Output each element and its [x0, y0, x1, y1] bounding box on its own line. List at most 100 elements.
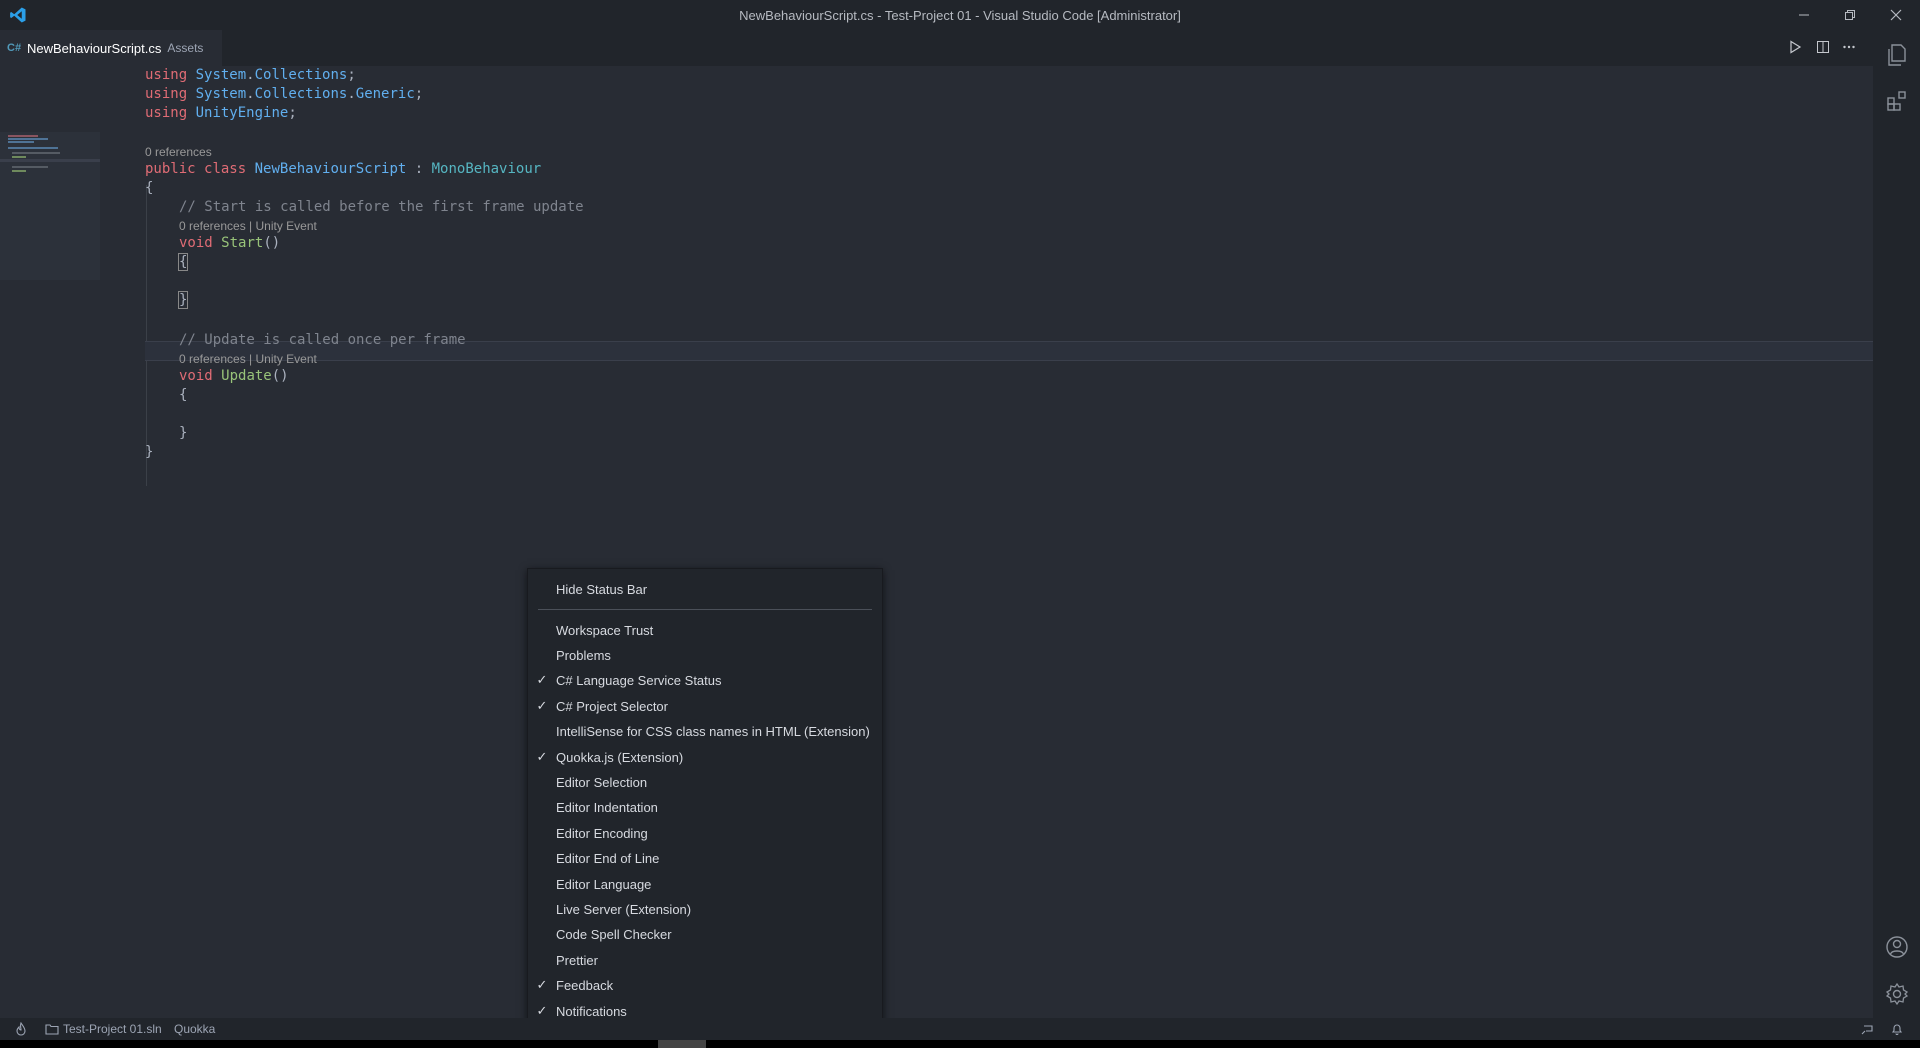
menu-item-editor-indentation[interactable]: Editor Indentation	[528, 795, 882, 819]
menu-item-label: Editor End of Line	[556, 850, 660, 866]
play-icon	[1790, 40, 1802, 54]
restore-button[interactable]	[1827, 0, 1873, 30]
minimize-icon	[1799, 14, 1809, 16]
status-bar[interactable]: Test-Project 01.sln Quokka	[0, 1018, 1920, 1040]
keyword: using	[145, 67, 188, 83]
code-editor[interactable]: using System.Collections; using System.C…	[0, 66, 1873, 1018]
menu-item-live-server[interactable]: Live Server (Extension)	[528, 897, 882, 921]
code-line-class-close: }	[145, 444, 154, 460]
semicolon: ;	[414, 86, 424, 102]
menu-item-hide-status-bar[interactable]: Hide Status Bar	[528, 577, 882, 601]
menu-item-workspace-trust[interactable]: Workspace Trust	[528, 618, 882, 642]
more-actions-button[interactable]	[1838, 36, 1860, 58]
flame-icon	[16, 1022, 26, 1036]
semicolon: ;	[347, 67, 356, 83]
menu-item-label: Live Server (Extension)	[556, 901, 692, 917]
quokka-status[interactable]: Quokka	[174, 1018, 215, 1040]
account-icon[interactable]	[1884, 934, 1910, 960]
menu-item-intellisense-css[interactable]: IntelliSense for CSS class names in HTML…	[528, 719, 882, 743]
solution-selector[interactable]: Test-Project 01.sln	[45, 1018, 162, 1040]
close-window-button[interactable]	[1873, 0, 1919, 30]
menu-item-problems[interactable]: Problems	[528, 643, 882, 667]
menu-item-quokka[interactable]: ✓ Quokka.js (Extension)	[528, 745, 882, 769]
menu-item-csharp-language-service-status[interactable]: ✓ C# Language Service Status	[528, 668, 882, 692]
menu-item-label: Editor Indentation	[556, 799, 658, 815]
parens: ()	[271, 368, 289, 384]
code-line-class: public class NewBehaviourScript : MonoBe…	[145, 160, 541, 179]
codelens-update[interactable]: 0 references | Unity Event	[179, 351, 317, 367]
code-line-3: using UnityEngine;	[145, 104, 297, 123]
code-line-update-close: }	[179, 425, 188, 441]
extensions-icon[interactable]	[1884, 88, 1910, 114]
method-name: Update	[221, 368, 272, 384]
menu-item-editor-language[interactable]: Editor Language	[528, 872, 882, 896]
code-line-start-close: }	[177, 291, 189, 310]
namespace: System	[195, 86, 247, 102]
keyword: void	[179, 368, 213, 384]
namespace: UnityEngine	[195, 105, 289, 121]
menu-item-label: Quokka.js (Extension)	[556, 749, 684, 765]
matched-bracket: }	[177, 291, 189, 309]
menu-item-label: Editor Encoding	[556, 825, 648, 841]
tab-newbehaviourscript[interactable]: C# NewBehaviourScript.cs Assets	[0, 30, 222, 66]
menu-item-label: C# Language Service Status	[556, 672, 722, 688]
menu-item-feedback[interactable]: ✓ Feedback	[528, 973, 882, 997]
parens: ()	[263, 235, 281, 251]
code-line-start: void Start()	[179, 234, 280, 253]
menu-item-editor-selection[interactable]: Editor Selection	[528, 770, 882, 794]
menu-item-label: Feedback	[556, 977, 614, 993]
menu-item-editor-encoding[interactable]: Editor Encoding	[528, 821, 882, 845]
explorer-icon[interactable]	[1884, 42, 1910, 68]
code-line-update-open: {	[179, 387, 188, 403]
menu-item-label: C# Project Selector	[556, 698, 668, 714]
menu-item-label: Problems	[556, 647, 611, 663]
keyword: class	[204, 161, 247, 177]
code-line-open-brace: {	[145, 180, 154, 196]
menu-item-label: Notifications	[556, 1003, 627, 1019]
close-icon	[1890, 9, 1902, 21]
namespace: Collections	[254, 67, 348, 83]
minimap[interactable]	[0, 132, 100, 280]
namespace: Generic	[355, 86, 415, 102]
check-icon: ✓	[536, 672, 548, 687]
bell-icon	[1891, 1024, 1903, 1036]
menu-item-editor-end-of-line[interactable]: Editor End of Line	[528, 846, 882, 870]
keyword: using	[145, 86, 188, 102]
split-editor-icon	[1817, 41, 1829, 53]
restore-icon	[1845, 10, 1855, 20]
title-bar: NewBehaviourScript.cs - Test-Project 01 …	[0, 0, 1920, 30]
menu-item-code-spell-checker[interactable]: Code Spell Checker	[528, 922, 882, 946]
run-button[interactable]	[1784, 36, 1806, 58]
settings-gear-icon[interactable]	[1884, 981, 1910, 1007]
notifications-button[interactable]	[1890, 1018, 1904, 1040]
ellipsis-icon	[1843, 45, 1855, 49]
folder-icon	[45, 1024, 59, 1035]
minimize-button[interactable]	[1781, 0, 1827, 30]
editor-tab-bar: C# NewBehaviourScript.cs Assets	[0, 30, 1873, 66]
menu-item-prettier[interactable]: Prettier	[528, 948, 882, 972]
code-line-update: void Update()	[179, 367, 289, 386]
dot: .	[246, 86, 255, 102]
feedback-button[interactable]	[1860, 1018, 1874, 1040]
keyword: void	[179, 235, 213, 251]
codelens-start[interactable]: 0 references | Unity Event	[179, 218, 317, 234]
tab-path: Assets	[167, 41, 204, 55]
code-comment-update: // Update is called once per frame	[179, 332, 466, 348]
semicolon: ;	[288, 105, 297, 121]
menu-item-label: Editor Language	[556, 876, 652, 892]
split-editor-button[interactable]	[1812, 36, 1834, 58]
menu-item-csharp-project-selector[interactable]: ✓ C# Project Selector	[528, 694, 882, 718]
base-class: MonoBehaviour	[431, 161, 542, 177]
menu-item-label: Code Spell Checker	[556, 926, 672, 942]
code-line-start-open: {	[177, 253, 189, 272]
codelens-class[interactable]: 0 references	[145, 144, 212, 160]
matched-bracket: {	[177, 253, 189, 271]
activity-bar	[1873, 30, 1920, 1018]
namespace: System	[195, 67, 247, 83]
keyword: public	[145, 161, 196, 177]
remote-indicator[interactable]	[14, 1018, 28, 1040]
code-line-2: using System.Collections.Generic;	[145, 85, 423, 104]
menu-item-label: Prettier	[556, 952, 598, 968]
feedback-icon	[1861, 1025, 1873, 1035]
